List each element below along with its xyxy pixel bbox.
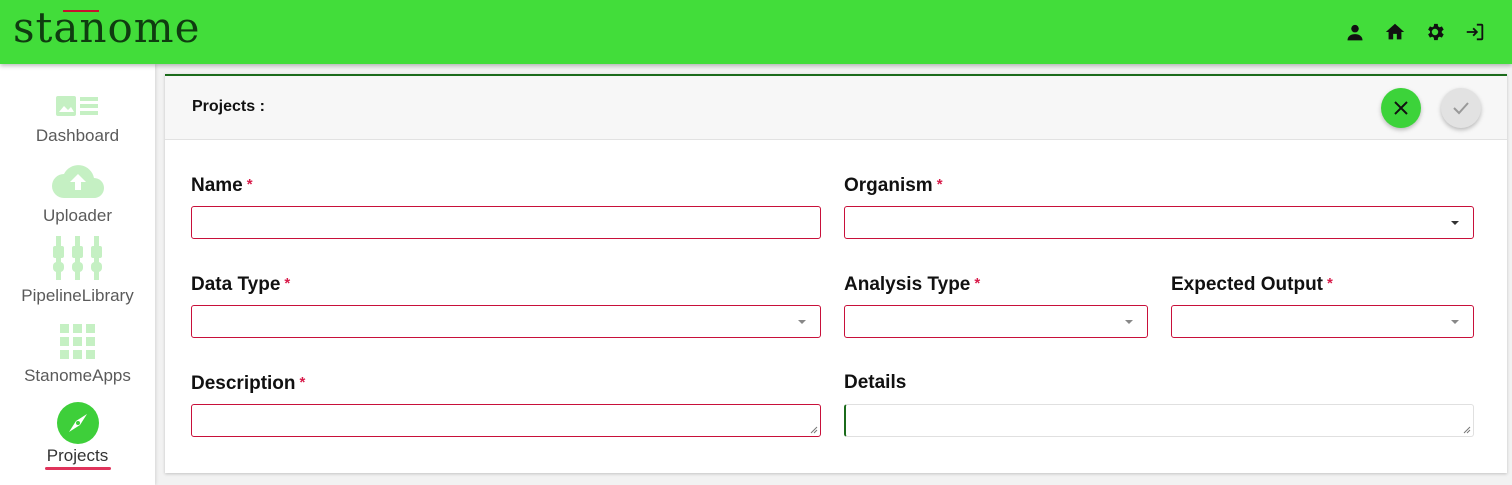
project-form-card: Projects : Name * Organism * Data Type * An…	[165, 74, 1507, 473]
sidebar-item-label: Projects	[46, 446, 109, 465]
resize-handle-icon[interactable]	[1463, 426, 1471, 434]
app-header: stanome	[0, 0, 1512, 64]
user-icon[interactable]	[1342, 20, 1368, 44]
page-title: Projects :	[192, 98, 265, 115]
logo-accent-bar	[63, 10, 99, 12]
field-label: Description *	[191, 373, 306, 394]
home-icon[interactable]	[1382, 20, 1408, 44]
field-label: Data Type *	[191, 274, 291, 295]
required-mark: *	[284, 275, 291, 292]
logout-icon[interactable]	[1462, 20, 1488, 44]
active-indicator	[44, 467, 111, 470]
data-type-select[interactable]	[191, 305, 821, 338]
sidebar-item-label: Dashboard	[35, 126, 120, 145]
field-label: Expected Output *	[1171, 274, 1333, 295]
name-input-box	[191, 206, 821, 239]
sidebar-item-dashboard[interactable]: Dashboard	[0, 80, 155, 160]
data-type-field: Data Type *	[191, 273, 821, 338]
details-field: Details	[844, 372, 1474, 437]
name-field: Name *	[191, 174, 821, 239]
required-mark: *	[299, 374, 306, 391]
sidebar-item-label: Uploader	[43, 206, 112, 225]
details-input-box	[844, 404, 1474, 437]
sidebar-nav: Dashboard Uploader PipelineLibrary Stano…	[0, 64, 155, 485]
sidebar-item-label: StanomeApps	[24, 366, 131, 385]
required-mark: *	[246, 176, 253, 193]
field-label: Name *	[191, 175, 253, 196]
sidebar-item-pipelinelibrary[interactable]: PipelineLibrary	[0, 236, 155, 320]
expected-output-select[interactable]	[1171, 305, 1474, 338]
save-button[interactable]	[1441, 88, 1481, 128]
header-toolbar	[1342, 20, 1488, 44]
sidebar-item-uploader[interactable]: Uploader	[0, 160, 155, 240]
gear-icon[interactable]	[1422, 20, 1448, 44]
sidebar-item-label: PipelineLibrary	[21, 286, 134, 305]
expected-output-field: Expected Output *	[1171, 273, 1474, 338]
resize-handle-icon[interactable]	[810, 426, 818, 434]
compass-icon	[56, 402, 99, 444]
chevron-down-icon	[798, 320, 806, 324]
field-label: Analysis Type *	[844, 274, 981, 295]
chevron-down-icon	[1451, 221, 1459, 225]
organism-select[interactable]	[844, 206, 1474, 239]
field-label: Organism *	[844, 175, 943, 196]
cancel-button[interactable]	[1381, 88, 1421, 128]
details-textarea[interactable]	[846, 405, 1473, 436]
field-label: Details	[844, 372, 907, 393]
stanome-logo[interactable]: stanome	[13, 4, 201, 52]
analysis-type-field: Analysis Type *	[844, 273, 1148, 338]
sidebar-item-projects[interactable]: Projects	[0, 400, 155, 480]
organism-field: Organism *	[844, 174, 1474, 239]
name-input[interactable]	[192, 207, 820, 238]
chevron-down-icon	[1125, 320, 1133, 324]
sidebar-item-stanomeapps[interactable]: StanomeApps	[0, 320, 155, 400]
check-icon	[1453, 102, 1469, 115]
description-field: Description *	[191, 372, 821, 437]
description-textarea[interactable]	[192, 405, 820, 436]
card-header: Projects :	[165, 76, 1507, 140]
close-icon	[1394, 101, 1408, 115]
required-mark: *	[1327, 275, 1333, 292]
required-mark: *	[936, 176, 943, 193]
dashboard-icon	[55, 96, 98, 116]
required-mark: *	[974, 275, 981, 292]
analysis-type-select[interactable]	[844, 305, 1148, 338]
description-input-box	[191, 404, 821, 437]
apps-grid-icon	[59, 324, 95, 359]
cloud-upload-icon	[51, 165, 104, 198]
pipeline-icon	[52, 236, 102, 280]
chevron-down-icon	[1451, 320, 1459, 324]
